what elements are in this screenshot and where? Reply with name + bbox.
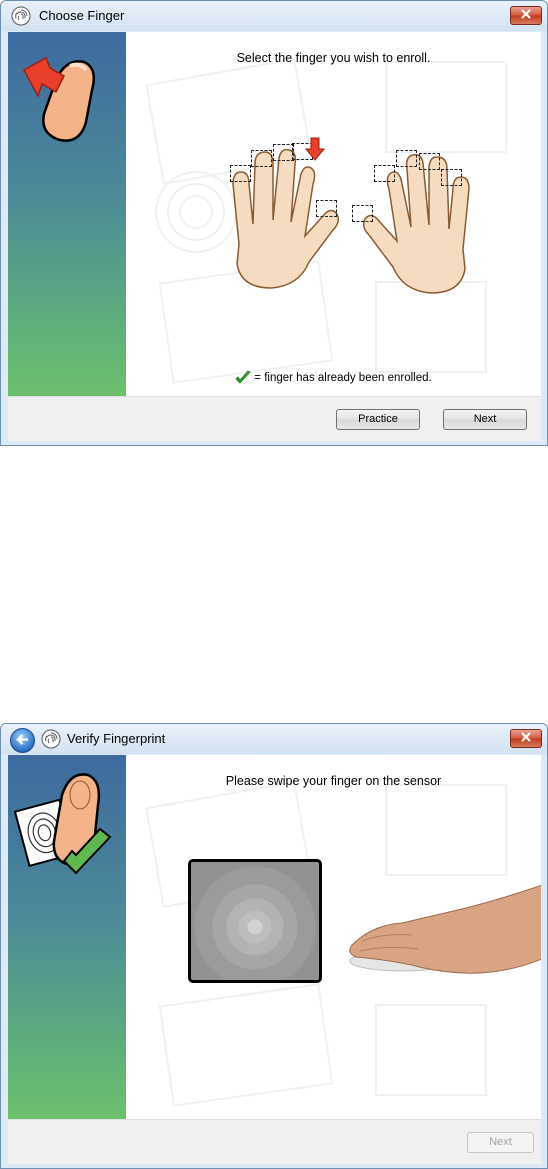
sidebar [8,32,126,396]
finger-select-left-thumb[interactable] [316,200,337,217]
button-bar: Practice Next [8,396,541,441]
finger-select-left-pinky[interactable] [230,165,251,182]
back-button[interactable] [10,728,35,753]
checkmark-icon [235,370,251,384]
fingerprint-icon [11,6,31,26]
instruction-heading: Please swipe your finger on the sensor [225,774,442,788]
finger-select-left-middle[interactable] [273,144,294,161]
close-button[interactable] [510,729,542,748]
window-title: Choose Finger [39,8,125,23]
finger-select-right-index[interactable] [374,165,395,182]
finger-arrow-icon [22,56,95,142]
finger-select-right-middle[interactable] [396,150,417,167]
finger-select-right-ring[interactable] [419,153,440,170]
verify-fingerprint-window: Verify Fingerprint Please swipe your fin… [0,723,548,1169]
sidebar [8,755,126,1119]
title-bar: Verify Fingerprint [1,724,547,754]
finger-select-right-thumb[interactable] [352,205,373,222]
finger-select-left-ring[interactable] [251,150,272,167]
fingerprint-sensor-preview [188,859,322,983]
instruction-heading: Select the finger you wish to enroll. [236,51,431,65]
back-arrow-icon [16,734,28,745]
next-button[interactable]: Next [443,409,527,430]
main-panel: Please swipe your finger on the sensor [126,755,541,1119]
title-bar: Choose Finger [1,1,547,31]
content-area: Please swipe your finger on the sensor [8,755,541,1119]
next-button[interactable]: Next [467,1132,534,1153]
hand-swipe-image [349,884,541,974]
main-panel: Select the finger you wish to enroll. = … [126,32,541,396]
close-button[interactable] [510,6,542,25]
fingerprint-verify-icon [14,773,112,875]
button-bar: Next [8,1119,541,1164]
legend-text: = finger has already been enrolled. [254,372,432,385]
practice-button[interactable]: Practice [336,409,420,430]
window-title: Verify Fingerprint [67,731,166,746]
enrolled-legend: = finger has already been enrolled. [126,370,541,386]
close-icon [521,9,531,19]
choose-finger-window: Choose Finger Select the finger you wish… [0,0,548,446]
content-area: Select the finger you wish to enroll. = … [8,32,541,396]
close-icon [521,732,531,742]
down-arrow-icon [305,137,325,161]
fingerprint-icon [41,729,61,749]
finger-select-right-pinky[interactable] [441,169,462,186]
